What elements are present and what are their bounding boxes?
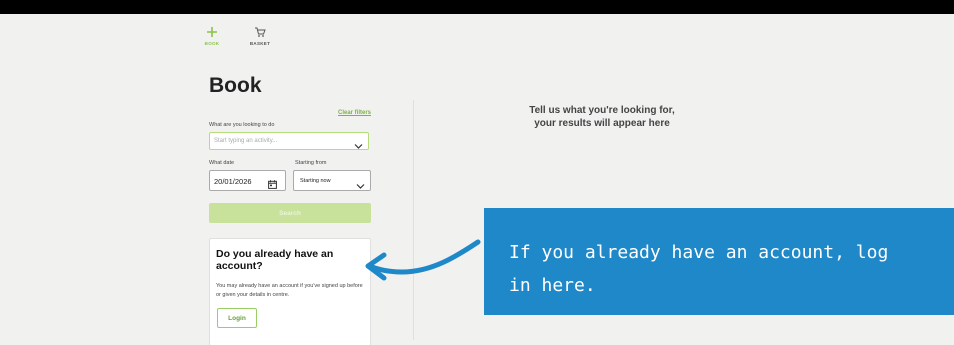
activity-placeholder: Start typing an activity... <box>214 138 278 144</box>
column-divider <box>413 100 414 340</box>
activity-label: What are you looking to do <box>209 122 275 128</box>
search-button[interactable]: Search <box>209 203 371 223</box>
date-value: 20/01/2026 <box>214 177 252 186</box>
curved-arrow-icon <box>365 239 481 281</box>
nav-basket[interactable]: BASKET <box>243 24 277 46</box>
nav-book[interactable]: BOOK <box>195 24 229 46</box>
page-title: Book <box>209 74 262 97</box>
chevron-down-icon <box>354 137 363 155</box>
login-button[interactable]: Login <box>217 308 257 328</box>
tutorial-callout: If you already have an account, log in h… <box>484 208 954 315</box>
date-input[interactable]: 20/01/2026 <box>209 170 286 191</box>
results-empty-message: Tell us what you're looking for, your re… <box>529 105 675 129</box>
starting-from-label: Starting from <box>295 160 327 166</box>
account-card-title: Do you already have an account? <box>216 248 334 272</box>
callout-text: If you already have an account, log in h… <box>509 242 889 296</box>
account-card: Do you already have an account? You may … <box>209 238 371 345</box>
nav-book-label: BOOK <box>204 41 220 46</box>
account-card-body: You may already have an account if you'v… <box>216 283 363 298</box>
starting-from-select[interactable]: Starting now <box>293 170 371 191</box>
clear-filters-link[interactable]: Clear filters <box>338 110 371 116</box>
basket-icon <box>254 24 266 40</box>
top-nav: BOOK BASKET <box>195 24 277 46</box>
activity-select[interactable]: Start typing an activity... <box>209 132 369 150</box>
chevron-down-icon <box>356 177 365 195</box>
date-label: What date <box>209 160 235 166</box>
calendar-icon[interactable] <box>268 176 277 194</box>
starting-from-value: Starting now <box>300 178 331 184</box>
nav-basket-label: BASKET <box>249 41 271 46</box>
plus-icon <box>206 24 218 40</box>
